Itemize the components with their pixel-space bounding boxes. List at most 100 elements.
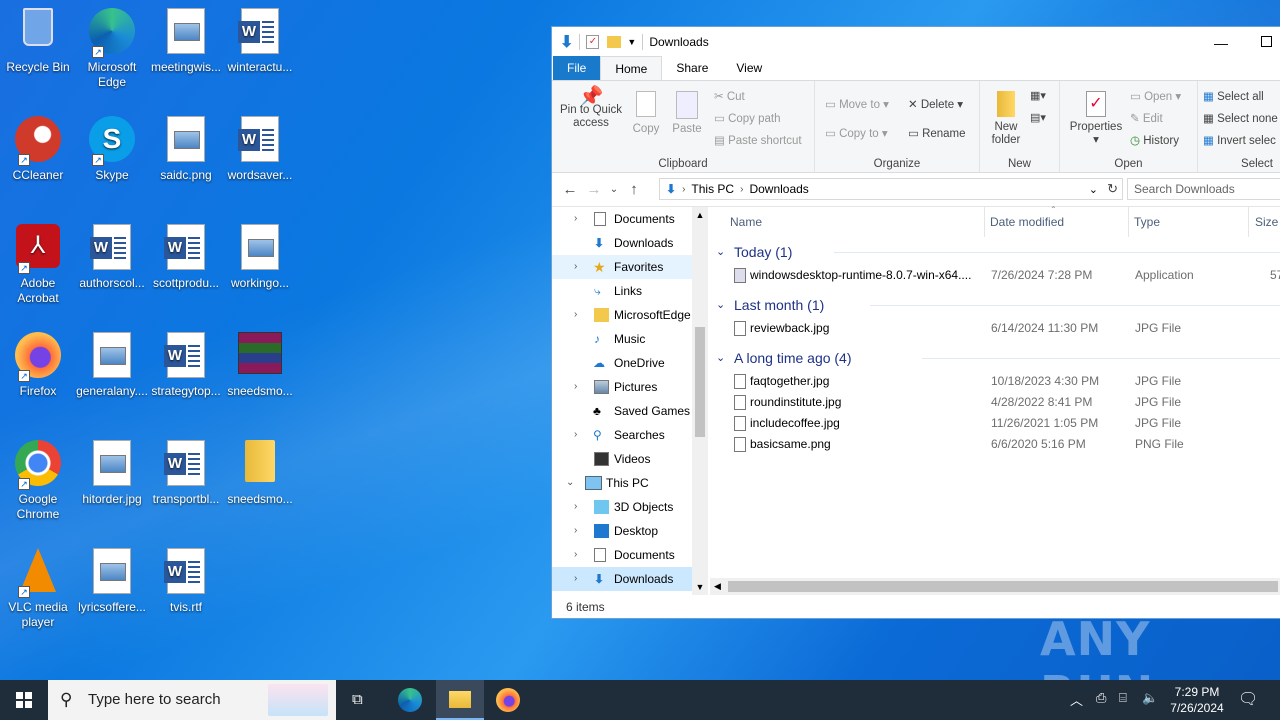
taskbar-file-explorer[interactable] [436,680,484,720]
scroll-thumb[interactable] [728,581,1278,592]
rename-button[interactable]: ▭ Rename [908,126,966,140]
breadcrumb-this-pc[interactable]: This PC [691,182,734,196]
nav-item-onedrive[interactable]: ☁ OneDrive [552,351,708,375]
tab-home[interactable]: Home [600,56,663,80]
nav-item-music[interactable]: ♪ Music [552,327,708,351]
nav-item-saved-games[interactable]: ♣ Saved Games [552,399,708,423]
history-button[interactable]: ◷ History [1130,133,1179,147]
nav-item-documents[interactable]: › Documents [552,207,708,231]
ccleaner-shortcut[interactable]: ↗ CCleaner [0,108,76,183]
copy-to-button[interactable]: ▭ Copy to ▾ [825,126,888,140]
group-header-today[interactable]: ⌄ Today (1) [710,239,1280,265]
nav-item-searches[interactable]: › ⚲ Searches [552,423,708,447]
folder-icon[interactable]: sneedsmo... [222,432,298,507]
clock[interactable]: 7:29 PM 7/26/2024 [1166,684,1228,716]
nav-item-this-pc[interactable]: ⌄ This PC [552,471,708,495]
winrar-archive-icon[interactable]: sneedsmo... [222,324,298,399]
select-all-button[interactable]: ▦ Select all [1203,89,1264,103]
taskbar-edge[interactable] [386,680,434,720]
nav-item-videos[interactable]: Videos [552,447,708,471]
word-file-icon[interactable]: Wtransportbl... [148,432,224,507]
start-button[interactable] [0,680,48,720]
nav-scrollbar[interactable]: ▲ ▼ [692,207,708,595]
breadcrumb-downloads[interactable]: Downloads [749,182,808,196]
easy-access-button[interactable]: ▤▾ [1030,111,1046,124]
address-dropdown-icon[interactable]: ⌄ [1089,183,1098,196]
nav-item-pictures[interactable]: › Pictures [552,375,708,399]
search-input[interactable]: Search Downloads [1127,178,1280,200]
horizontal-scrollbar[interactable]: ◀ [710,578,1280,595]
address-bar[interactable]: ⬇ › This PC › Downloads ⌄ ↻ [659,178,1123,200]
network-icon[interactable]: ⌸ [1119,690,1127,706]
paste-shortcut-button[interactable]: ▤ Paste shortcut [714,133,802,147]
back-button[interactable]: ← [558,181,582,198]
file-row[interactable]: roundinstitute.jpg 4/28/2022 8:41 PM JPG… [710,392,1280,413]
taskbar-firefox[interactable] [484,680,532,720]
scroll-down-icon[interactable]: ▼ [692,579,708,595]
image-file-icon[interactable]: saidc.png [148,108,224,183]
nav-item-downloads[interactable]: ⬇ Downloads [552,231,708,255]
skype-shortcut[interactable]: S ↗ Skype [74,108,150,183]
nav-item-links[interactable]: ⤷ Links [552,279,708,303]
cut-button[interactable]: ✂ Cut [714,89,745,103]
file-row[interactable]: includecoffee.jpg 11/26/2021 1:05 PM JPG… [710,413,1280,434]
scroll-thumb[interactable] [695,327,705,437]
open-button[interactable]: ▭ Open ▾ [1130,89,1181,103]
paste-button[interactable]: Paste [670,91,704,135]
file-row[interactable]: basicsame.png 6/6/2020 5:16 PM PNG File [710,434,1280,455]
up-button[interactable]: ↑ [622,181,646,198]
column-header-date[interactable]: Date modified [990,207,1064,237]
image-file-icon[interactable]: workingo... [222,216,298,291]
tab-share[interactable]: Share [662,56,722,80]
column-header-type[interactable]: Type [1134,207,1160,237]
new-folder-button[interactable]: New folder [986,91,1026,147]
copy-button[interactable]: Copy [630,91,662,135]
nav-item-3d-objects[interactable]: › 3D Objects [552,495,708,519]
minimize-button[interactable]: — [1214,35,1228,51]
tab-view[interactable]: View [722,56,776,80]
move-to-button[interactable]: ▭ Move to ▾ [825,97,889,111]
volume-icon[interactable]: 🔈 [1142,690,1158,706]
task-view-button[interactable]: ⧉ [336,680,384,720]
refresh-icon[interactable]: ↻ [1107,181,1118,197]
nav-item-favorites[interactable]: › ★ Favorites [552,255,708,279]
device-icon[interactable]: ⎙ [1096,690,1106,706]
invert-selection-button[interactable]: ▦ Invert selec [1203,133,1276,147]
image-file-icon[interactable]: meetingwis... [148,0,224,75]
delete-button[interactable]: ✕ Delete ▾ [908,97,963,111]
acrobat-shortcut[interactable]: ⅄ ↗ Adobe Acrobat [0,216,76,306]
group-header-last-month[interactable]: ⌄ Last month (1) [710,292,1280,318]
select-none-button[interactable]: ▦ Select none [1203,111,1278,125]
nav-item-desktop[interactable]: › Desktop [552,519,708,543]
nav-item-documents-pc[interactable]: › Documents [552,543,708,567]
column-header-size[interactable]: Size [1255,207,1278,237]
edge-shortcut[interactable]: ↗ Microsoft Edge [74,0,150,90]
edit-button[interactable]: ✎ Edit [1130,111,1163,125]
recent-locations-button[interactable]: ⌄ [606,184,622,195]
taskbar-search[interactable]: ⚲ Type here to search [48,680,336,720]
image-file-icon[interactable]: generalany.... [74,324,150,399]
nav-item-downloads-pc[interactable]: › ⬇ Downloads [552,567,708,591]
properties-button[interactable]: ✓ Properties ▾ [1068,91,1124,147]
copy-path-button[interactable]: ▭ Copy path [714,111,781,125]
word-file-icon[interactable]: Wstrategytop... [148,324,224,399]
nav-item-microsoftedge[interactable]: › MicrosoftEdge [552,303,708,327]
column-header-name[interactable]: Name [730,207,762,237]
show-hidden-icons[interactable]: ︿ [1070,690,1083,709]
forward-button[interactable]: → [582,181,606,198]
file-row[interactable]: faqtogether.jpg 10/18/2023 4:30 PM JPG F… [710,371,1280,392]
word-file-icon[interactable]: Wscottprodu... [148,216,224,291]
new-folder-quick-icon[interactable] [607,36,622,48]
word-file-icon[interactable]: Wwinteractu... [222,0,298,75]
pin-quick-access-button[interactable]: 📌 Pin to Quick access [558,87,624,130]
image-file-icon[interactable]: hitorder.jpg [74,432,150,507]
group-header-long-time-ago[interactable]: ⌄ A long time ago (4) [710,345,1280,371]
word-file-icon[interactable]: Wauthorscol... [74,216,150,291]
chrome-shortcut[interactable]: ↗ Google Chrome [0,432,76,522]
tab-file[interactable]: File [553,56,601,80]
maximize-button[interactable] [1261,36,1272,47]
customize-toolbar-icon[interactable]: ▼ [627,37,636,47]
scroll-up-icon[interactable]: ▲ [692,207,708,223]
vlc-shortcut[interactable]: ↗ VLC media player [0,540,76,630]
file-row[interactable]: windowsdesktop-runtime-8.0.7-win-x64....… [710,265,1280,286]
